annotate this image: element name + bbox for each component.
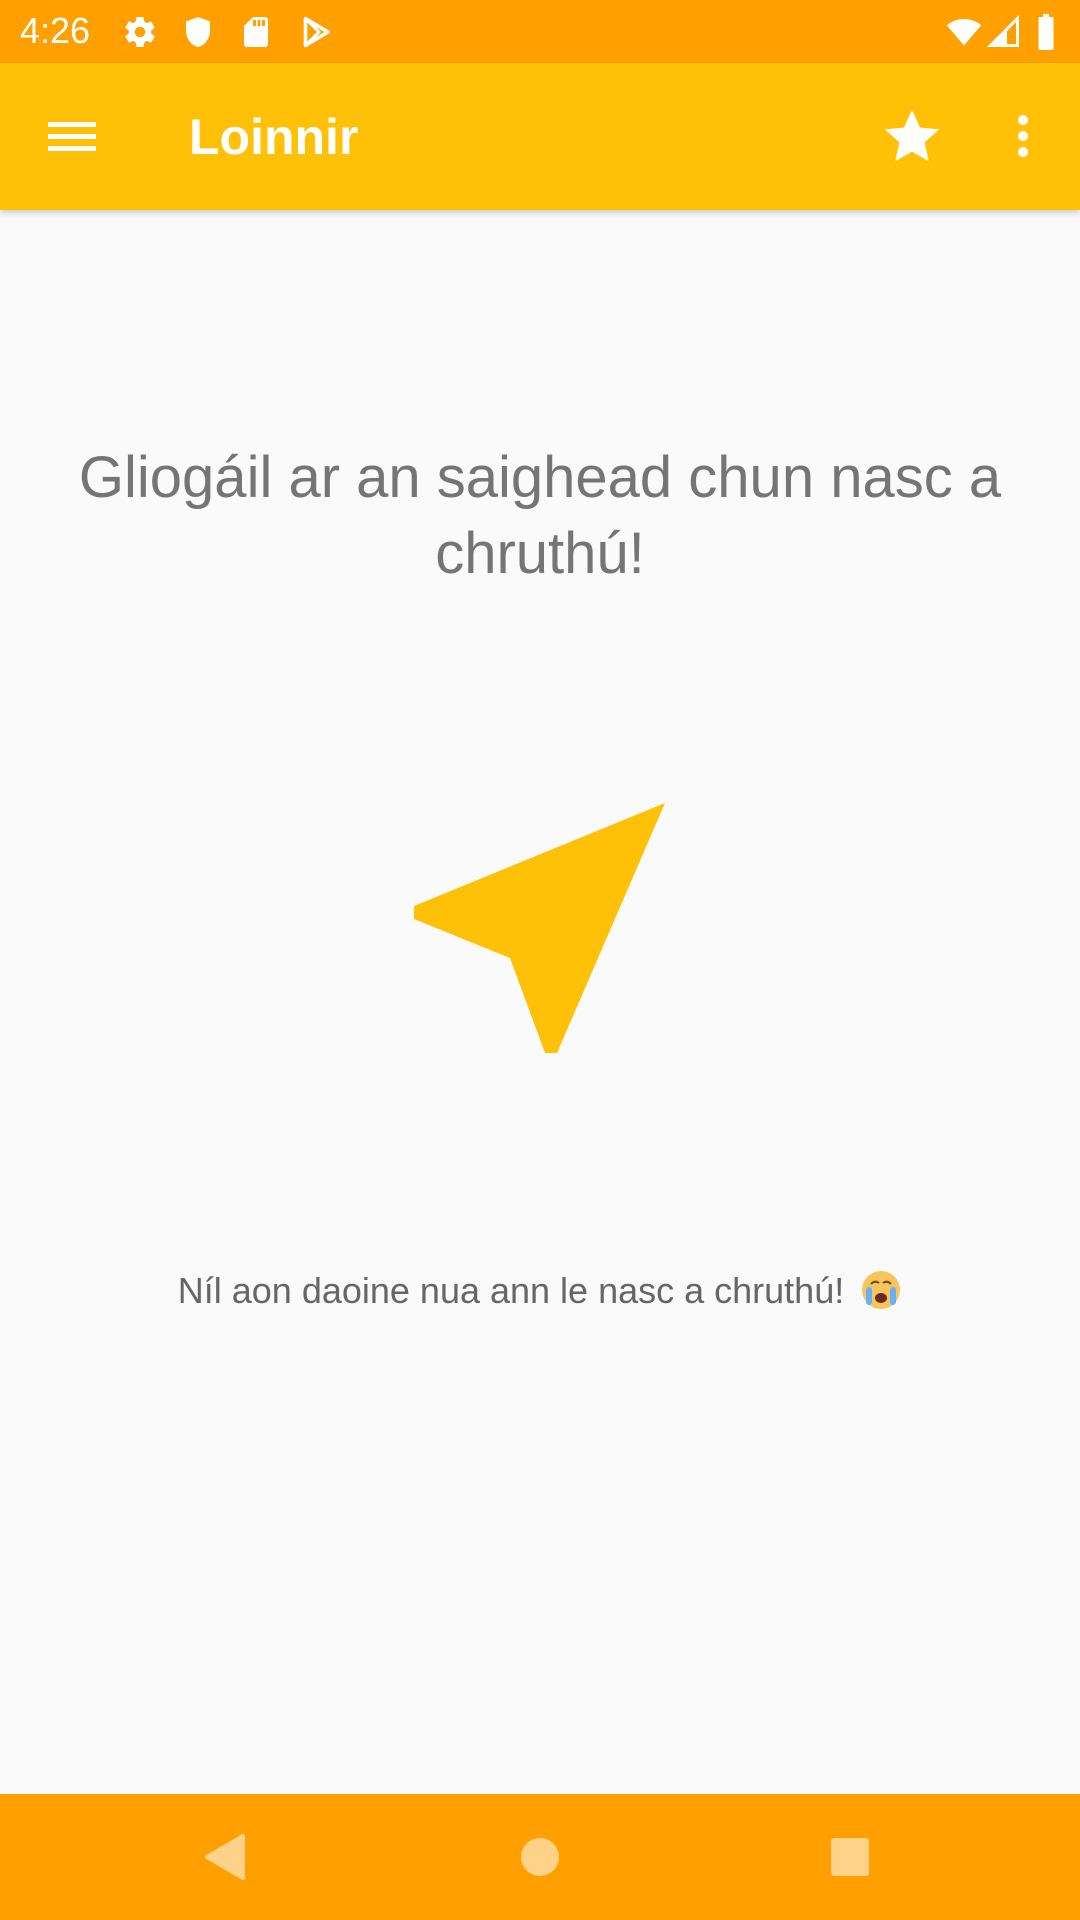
navigation-arrow-icon[interactable] xyxy=(405,795,675,1060)
sd-card-icon xyxy=(238,14,274,50)
hamburger-menu-icon[interactable] xyxy=(36,103,108,169)
app-screen: 4:26 Loinnir Gliogáil ar an saighead chu… xyxy=(0,0,1080,1920)
more-vertical-icon[interactable] xyxy=(990,103,1056,169)
empty-state-text: Níl aon daoine nua ann le nasc a chruthú… xyxy=(177,1270,845,1311)
empty-state-message: Níl aon daoine nua ann le nasc a chruthú… xyxy=(40,1265,1040,1317)
recents-square-icon[interactable] xyxy=(810,1817,890,1897)
play-store-icon xyxy=(298,14,334,50)
app-bar: Loinnir xyxy=(0,63,1080,210)
app-title: Loinnir xyxy=(189,109,359,165)
status-time: 4:26 xyxy=(20,10,91,51)
crying-face-icon xyxy=(860,1269,902,1311)
home-circle-icon[interactable] xyxy=(500,1817,580,1897)
wifi-icon xyxy=(944,14,984,50)
back-triangle-icon[interactable] xyxy=(185,1817,265,1897)
cell-signal-icon xyxy=(986,14,1022,50)
instruction-headline: Gliogáil ar an saighead chun nasc a chru… xyxy=(78,445,1002,586)
system-nav-bar xyxy=(0,1794,1080,1920)
star-icon[interactable] xyxy=(876,103,948,169)
status-bar: 4:26 xyxy=(0,0,1080,63)
battery-icon xyxy=(1034,14,1062,50)
shield-icon xyxy=(180,14,216,50)
gear-icon xyxy=(122,14,158,50)
